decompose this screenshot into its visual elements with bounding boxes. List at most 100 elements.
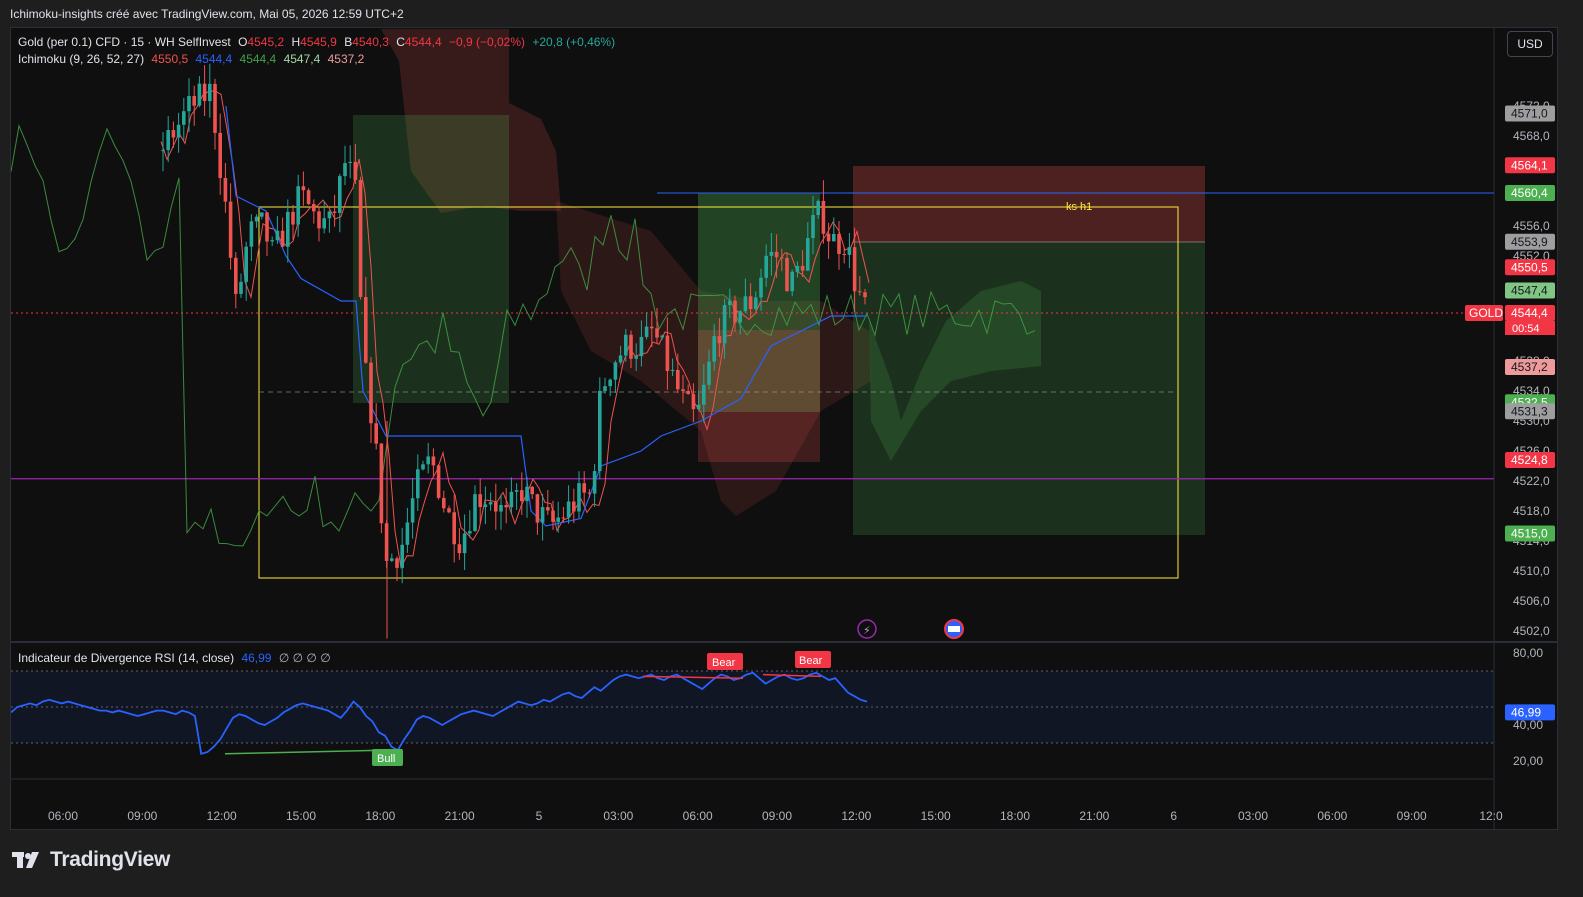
- candle-body[interactable]: [540, 507, 545, 523]
- candle-body[interactable]: [577, 483, 581, 512]
- candle-body[interactable]: [447, 508, 451, 513]
- candle-body[interactable]: [738, 311, 742, 323]
- candle-body[interactable]: [499, 504, 503, 512]
- candle-body[interactable]: [852, 247, 857, 292]
- candle-body[interactable]: [743, 296, 748, 312]
- chart-frame[interactable]: ks h1⚡4572,04568,04556,04552,04538,04534…: [10, 27, 1558, 830]
- candle-body[interactable]: [301, 186, 306, 191]
- candle-body[interactable]: [327, 211, 332, 219]
- candle-body[interactable]: [280, 230, 285, 247]
- candle-body[interactable]: [379, 443, 384, 524]
- candle-body[interactable]: [488, 502, 493, 505]
- candle-body[interactable]: [213, 83, 217, 133]
- candle-body[interactable]: [670, 369, 675, 371]
- candle-body[interactable]: [785, 257, 789, 292]
- candle-body[interactable]: [208, 83, 212, 102]
- candle-body[interactable]: [764, 255, 768, 278]
- candle-body[interactable]: [806, 238, 810, 271]
- candle-body[interactable]: [514, 490, 519, 492]
- candle-body[interactable]: [395, 558, 399, 568]
- candle-body[interactable]: [665, 335, 670, 371]
- candle-body[interactable]: [182, 111, 186, 125]
- candle-body[interactable]: [478, 494, 482, 508]
- candle-body[interactable]: [821, 200, 826, 234]
- candle-body[interactable]: [535, 494, 540, 523]
- candle-body[interactable]: [405, 522, 410, 545]
- candle-body[interactable]: [312, 204, 316, 212]
- candle-body[interactable]: [270, 240, 274, 242]
- candle-body[interactable]: [696, 404, 701, 410]
- candle-body[interactable]: [234, 257, 238, 294]
- candle-body[interactable]: [171, 130, 176, 138]
- candle-body[interactable]: [254, 216, 259, 222]
- candle-body[interactable]: [317, 211, 321, 229]
- candle-body[interactable]: [587, 492, 592, 494]
- candle-body[interactable]: [603, 386, 607, 391]
- candle-body[interactable]: [681, 389, 685, 391]
- candle-body[interactable]: [202, 83, 207, 102]
- candle-body[interactable]: [275, 230, 280, 241]
- candle-body[interactable]: [260, 212, 264, 217]
- candle-body[interactable]: [733, 300, 737, 323]
- candle-body[interactable]: [192, 96, 196, 106]
- candle-body[interactable]: [722, 305, 727, 344]
- candle-body[interactable]: [390, 558, 394, 561]
- candle-body[interactable]: [400, 544, 404, 568]
- candle-body[interactable]: [816, 200, 820, 216]
- candle-body[interactable]: [780, 257, 784, 259]
- candle-body[interactable]: [608, 379, 612, 387]
- candle-body[interactable]: [592, 471, 597, 494]
- candle-body[interactable]: [728, 300, 732, 306]
- candle-body[interactable]: [795, 265, 800, 272]
- candle-body[interactable]: [561, 517, 566, 519]
- currency-button[interactable]: USD: [1507, 31, 1553, 57]
- tradingview-logo[interactable]: TradingView: [12, 848, 170, 872]
- candle-body[interactable]: [832, 233, 836, 242]
- candle-body[interactable]: [582, 483, 586, 493]
- candle-body[interactable]: [826, 233, 831, 242]
- candle-body[interactable]: [296, 186, 300, 225]
- candle-body[interactable]: [306, 190, 311, 205]
- candle-body[interactable]: [644, 326, 649, 337]
- candle-body[interactable]: [566, 501, 571, 518]
- candle-body[interactable]: [837, 233, 841, 255]
- candle-body[interactable]: [426, 456, 430, 465]
- candle-body[interactable]: [629, 334, 633, 359]
- candle-body[interactable]: [525, 486, 529, 502]
- candle-body[interactable]: [483, 504, 488, 508]
- candle-body[interactable]: [660, 335, 664, 338]
- candle-body[interactable]: [634, 356, 638, 359]
- candle-body[interactable]: [436, 465, 441, 498]
- candle-body[interactable]: [520, 490, 524, 502]
- candle-body[interactable]: [239, 281, 243, 294]
- candle-body[interactable]: [166, 130, 170, 151]
- candle-body[interactable]: [863, 292, 867, 298]
- candle-body[interactable]: [353, 161, 358, 180]
- candle-body[interactable]: [343, 162, 347, 177]
- candle-body[interactable]: [774, 251, 779, 258]
- candle-body[interactable]: [369, 362, 373, 424]
- candle-body[interactable]: [332, 211, 337, 213]
- candle-body[interactable]: [618, 355, 623, 363]
- candle-body[interactable]: [416, 469, 420, 499]
- candle-body[interactable]: [223, 177, 228, 202]
- candle-body[interactable]: [712, 336, 716, 362]
- candle-body[interactable]: [504, 504, 508, 508]
- candle-body[interactable]: [244, 246, 248, 282]
- candle-body[interactable]: [707, 361, 711, 385]
- candle-body[interactable]: [176, 124, 181, 138]
- candle-body[interactable]: [811, 215, 815, 239]
- candle-body[interactable]: [598, 390, 602, 472]
- candle-body[interactable]: [769, 251, 774, 256]
- candle-body[interactable]: [322, 218, 326, 229]
- candle-body[interactable]: [161, 150, 165, 152]
- candle-body[interactable]: [546, 507, 550, 511]
- candle-body[interactable]: [462, 533, 467, 554]
- candle-body[interactable]: [624, 334, 628, 356]
- candle-body[interactable]: [431, 456, 436, 466]
- candle-body[interactable]: [530, 486, 534, 495]
- candle-body[interactable]: [348, 161, 352, 163]
- candle-body[interactable]: [509, 491, 514, 508]
- candle-body[interactable]: [551, 510, 555, 522]
- candle-body[interactable]: [421, 464, 425, 470]
